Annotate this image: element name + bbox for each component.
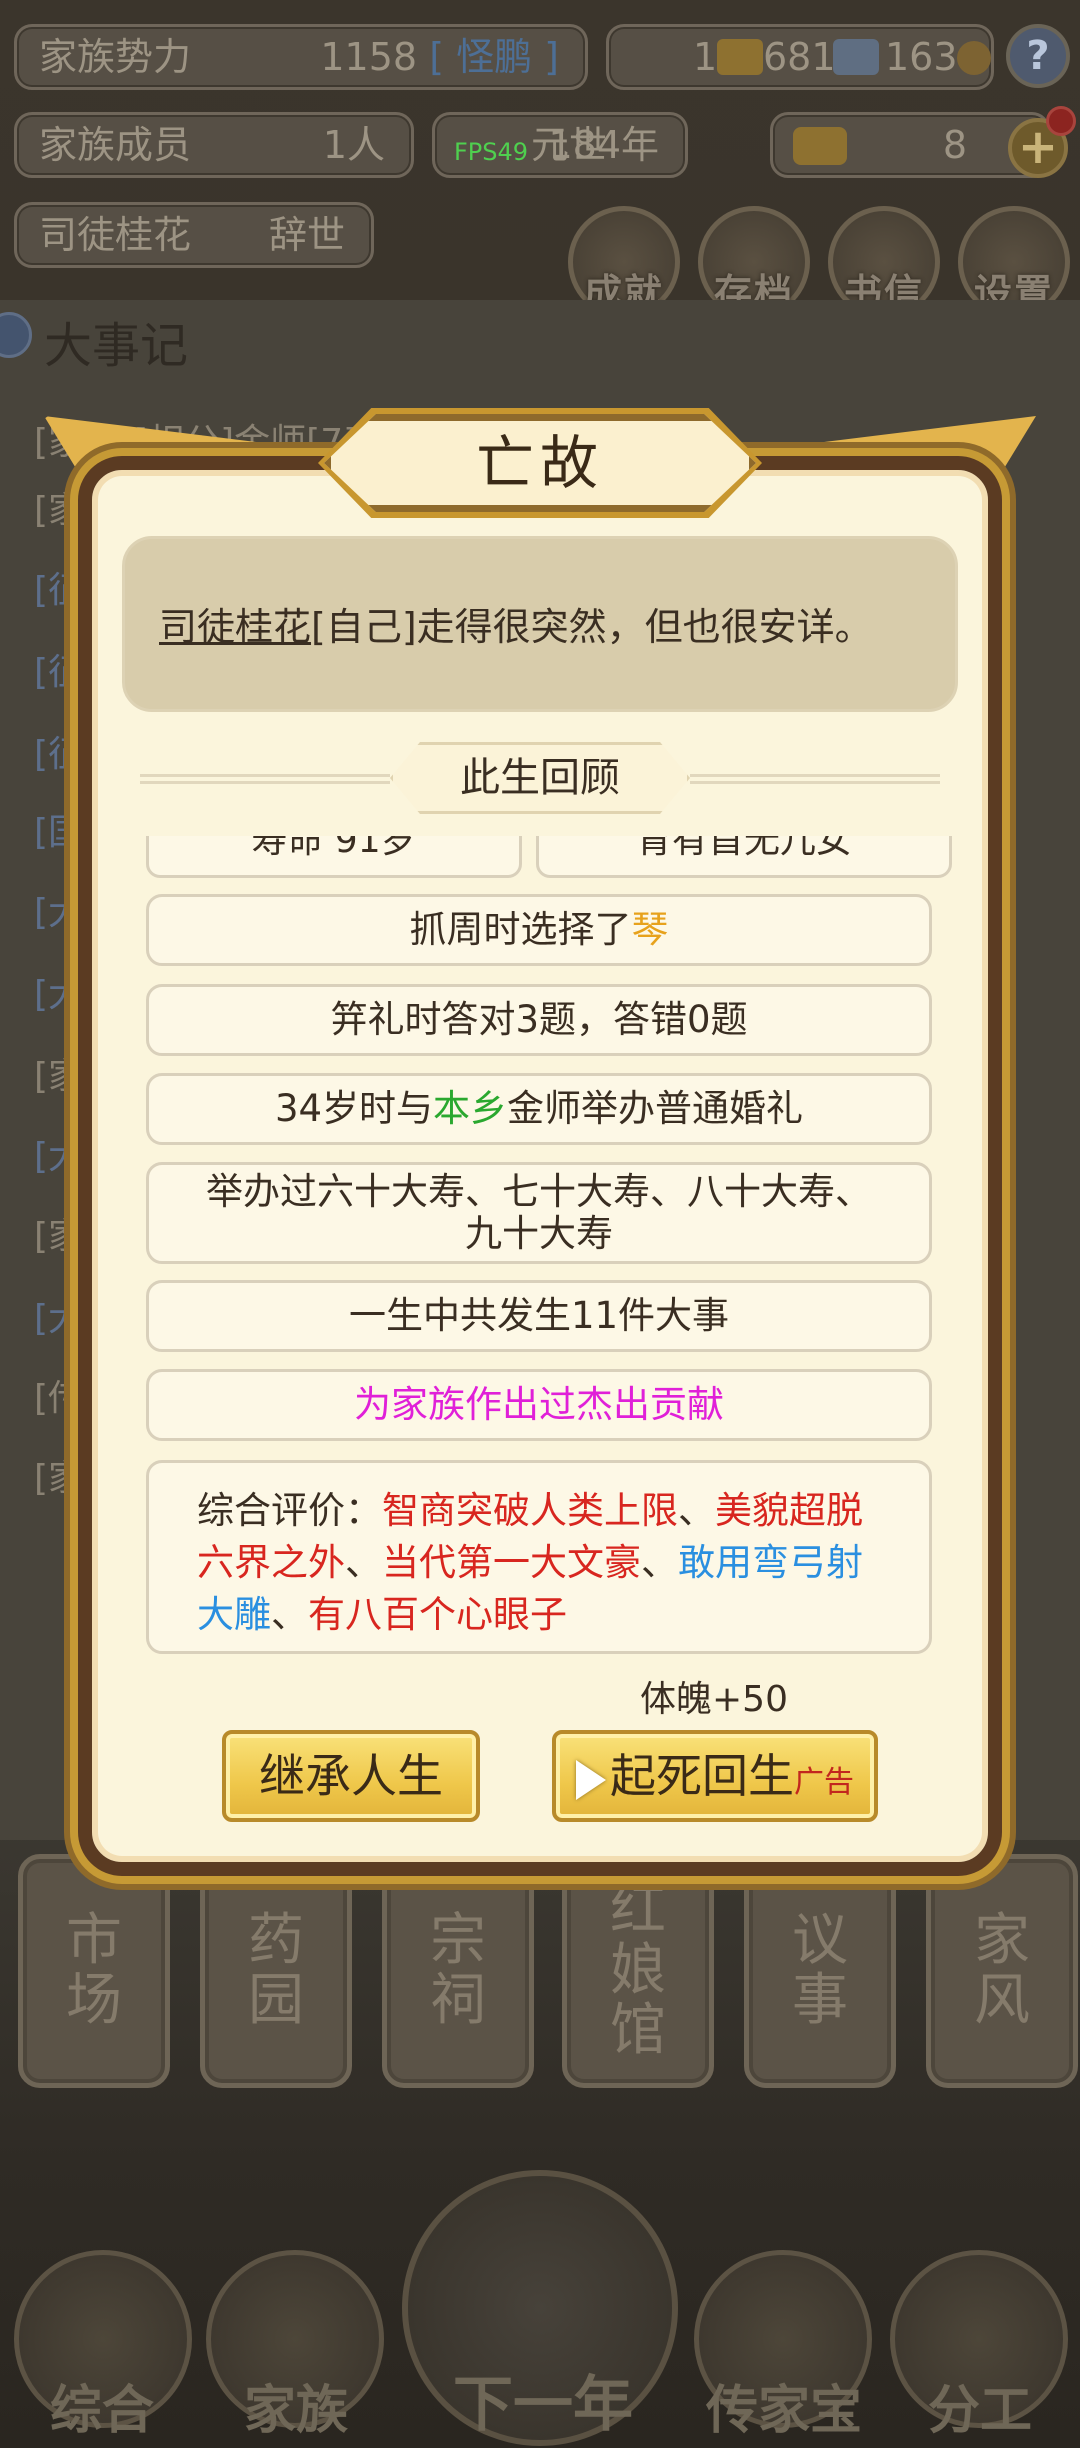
section-divider-left bbox=[140, 774, 390, 784]
evaluation-sep: 、 bbox=[678, 1489, 715, 1532]
review-card-zhuazhou: 抓周时选择了琴 bbox=[146, 894, 932, 966]
revive-button[interactable]: 起死回生广告 bbox=[552, 1730, 878, 1822]
review-card-events: 一生中共发生11件大事 bbox=[146, 1280, 932, 1352]
overall-evaluation: 综合评价：智商突破人类上限、美貌超脱六界之外、当代第一大文豪、敢用弯弓射大雕、有… bbox=[146, 1460, 932, 1654]
review-cut-row: 寿命 91岁 育有首无儿女 bbox=[146, 836, 952, 878]
evaluation-sep: 、 bbox=[641, 1541, 678, 1584]
review-card-wedding: 34岁时与本乡金师举办普通婚礼 bbox=[146, 1073, 932, 1145]
birthdays-line-1: 举办过六十大寿、七十大寿、八十大寿、 bbox=[206, 1170, 872, 1213]
wedding-place: 本乡 bbox=[433, 1087, 508, 1130]
deceased-name: 司徒桂花 bbox=[159, 605, 312, 649]
play-video-icon bbox=[576, 1759, 606, 1800]
zhuazhou-text: 抓周时选择了 bbox=[409, 908, 632, 951]
review-card-jili: 笄礼时答对3题，答错0题 bbox=[146, 984, 932, 1056]
death-message: 司徒桂花[自己]走得很突然，但也很安详。 bbox=[122, 536, 958, 712]
wedding-text-pre: 34岁时与 bbox=[274, 1087, 434, 1130]
zhuazhou-choice: 琴 bbox=[631, 908, 669, 951]
evaluation-label: 综合评价： bbox=[197, 1489, 382, 1532]
evaluation-sep: 、 bbox=[345, 1541, 382, 1584]
wedding-text-post: 金师举办普通婚礼 bbox=[507, 1087, 804, 1130]
review-card-birthdays: 举办过六十大寿、七十大寿、八十大寿、 九十大寿 bbox=[146, 1162, 932, 1264]
lifespan-card: 寿命 91岁 bbox=[146, 836, 522, 878]
life-review-title: 此生回顾 bbox=[390, 742, 690, 814]
inherit-life-label: 继承人生 bbox=[259, 1749, 443, 1803]
birthdays-line-2: 九十大寿 bbox=[465, 1212, 613, 1255]
evaluation-trait-5: 有八百个心眼子 bbox=[308, 1593, 567, 1636]
dialog-title: 亡故 bbox=[475, 429, 604, 497]
evaluation-trait-1: 智商突破人类上限 bbox=[382, 1489, 678, 1532]
evaluation-trait-3: 当代第一大文豪 bbox=[382, 1541, 641, 1584]
ad-tag: 广告 bbox=[794, 1765, 854, 1800]
revive-reward: 体魄+50 bbox=[640, 1679, 788, 1720]
review-card-contribution: 为家族作出过杰出贡献 bbox=[146, 1369, 932, 1441]
evaluation-sep: 、 bbox=[271, 1593, 308, 1636]
children-card: 育有首无儿女 bbox=[536, 836, 952, 878]
section-divider-right bbox=[690, 774, 940, 784]
revive-label: 起死回生 bbox=[610, 1749, 794, 1803]
inherit-life-button[interactable]: 继承人生 bbox=[222, 1730, 480, 1822]
death-message-text: [自己]走得很突然，但也很安详。 bbox=[311, 605, 873, 649]
